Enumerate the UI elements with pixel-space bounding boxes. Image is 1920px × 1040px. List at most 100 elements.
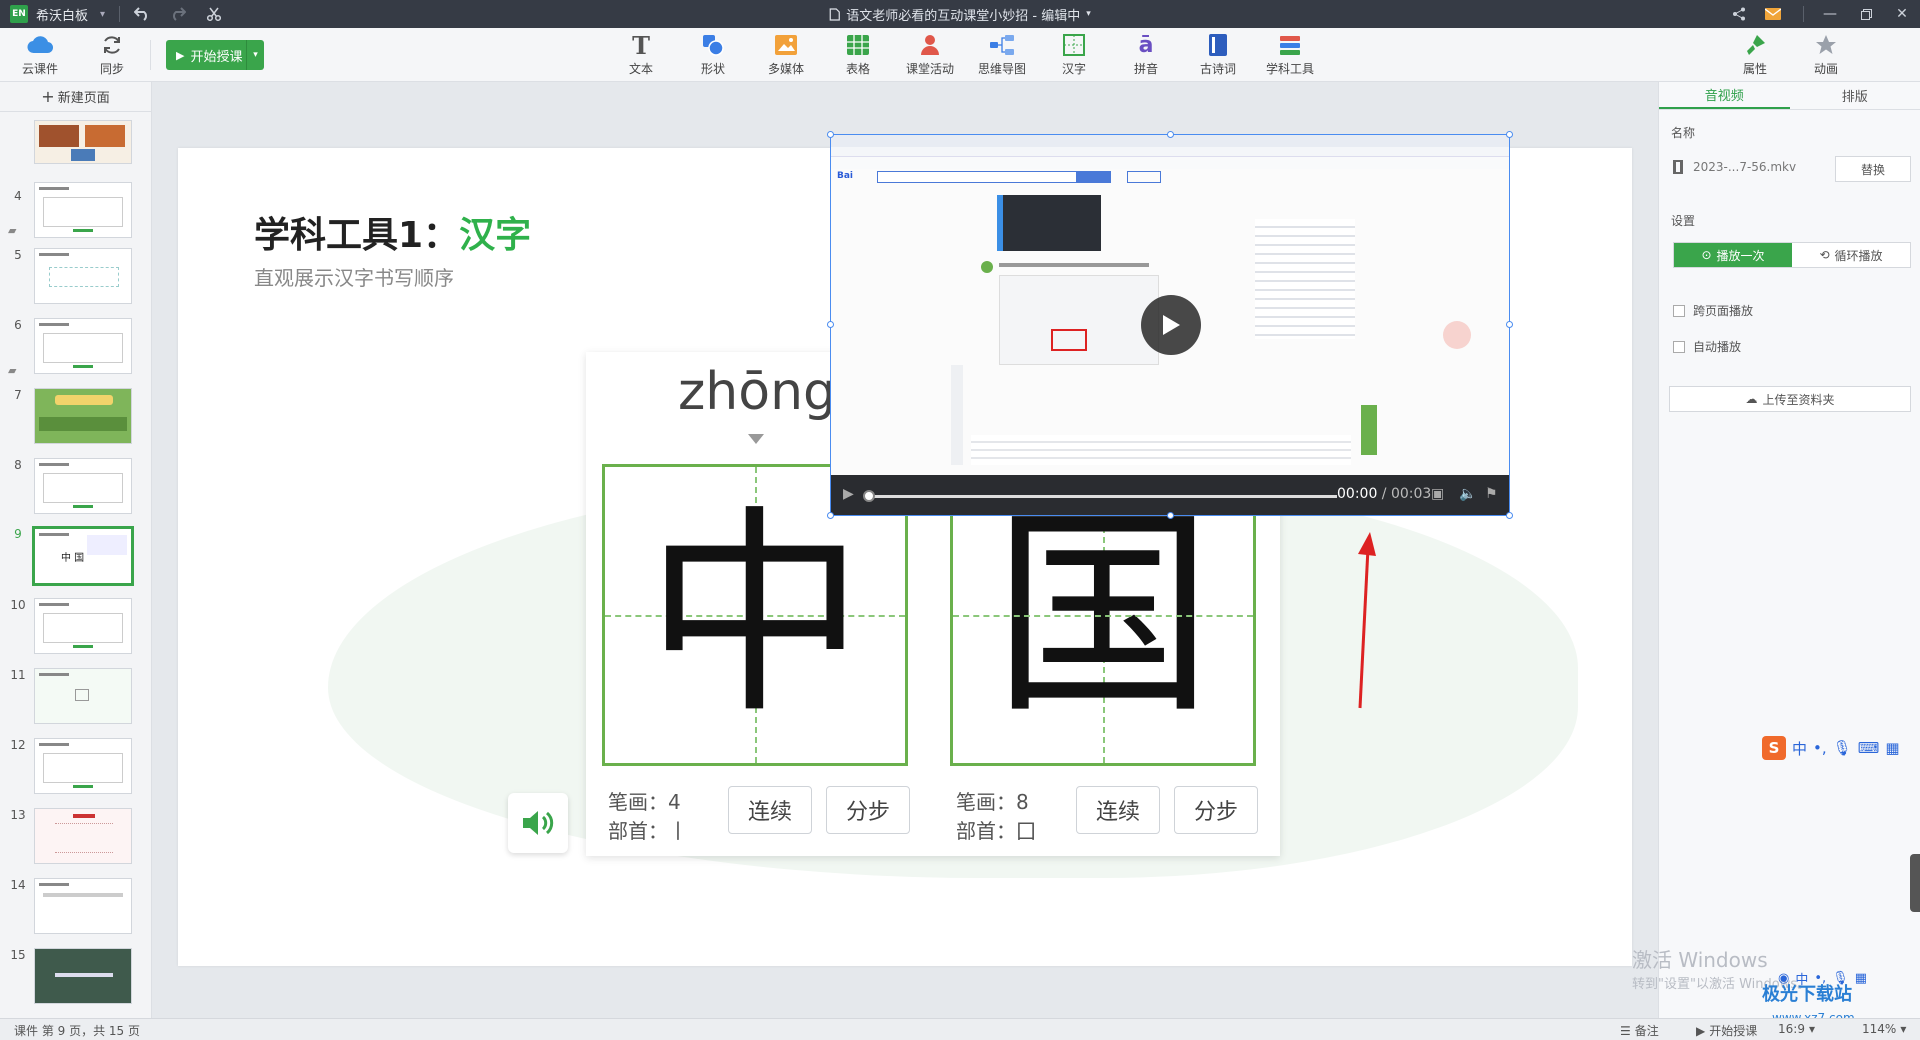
upload-button[interactable]: ☁ 上传至资料夹 xyxy=(1669,386,1911,412)
document-title[interactable]: 语文老师必看的互动课堂小妙招 - 编辑中 ▾ xyxy=(829,5,1091,24)
title-chevron-icon[interactable]: ▾ xyxy=(1086,9,1091,19)
tool-activity-label: 课堂活动 xyxy=(905,62,954,76)
slide-number: 13 xyxy=(10,808,26,822)
cloud-courseware-button[interactable]: 云课件 xyxy=(8,32,72,78)
slide-subtitle[interactable]: 直观展示汉字书写顺序 xyxy=(254,262,454,291)
video-progress-handle[interactable] xyxy=(863,490,875,502)
tool-pinyin[interactable]: ā 拼音 xyxy=(1114,32,1178,78)
text-icon: T xyxy=(632,30,650,60)
comment-icon[interactable]: ▰ xyxy=(8,364,26,377)
loop-option[interactable]: ⟲ 循环播放 xyxy=(1792,243,1910,267)
step-button-1[interactable]: 分步 xyxy=(826,786,910,834)
start-dropdown-chevron-icon[interactable]: ▾ xyxy=(246,40,264,70)
resize-handle[interactable] xyxy=(827,321,834,328)
slide-thumbnail-5[interactable] xyxy=(34,248,132,304)
tool-hanzi-label: 汉字 xyxy=(1061,62,1086,76)
sync-button[interactable]: 同步 xyxy=(80,32,144,78)
slide-thumbnail-10[interactable] xyxy=(34,598,132,654)
tool-poem[interactable]: 古诗词 xyxy=(1186,32,1250,78)
slide-thumbnail-8[interactable] xyxy=(34,458,132,514)
volume-icon[interactable]: 🔈 xyxy=(1459,486,1476,502)
tab-layout[interactable]: 排版 xyxy=(1790,82,1920,109)
video-player[interactable]: Bai ▶ 00:00 / 00:03 ▣ 🔈 ⚑ xyxy=(827,131,1513,519)
slide-thumbnail-3[interactable] xyxy=(34,120,132,164)
cross-page-label: 跨页面播放 xyxy=(1693,304,1754,318)
properties-button[interactable]: 属性 xyxy=(1723,32,1787,78)
slide-thumbnail-9-active[interactable]: 中 国 xyxy=(32,526,134,586)
cross-page-checkbox[interactable]: 跨页面播放 xyxy=(1673,302,1753,319)
tool-media[interactable]: 多媒体 xyxy=(754,32,818,78)
slide-thumbnail-6[interactable] xyxy=(34,318,132,374)
tab-audio-video[interactable]: 音视频 xyxy=(1659,82,1790,109)
aspect-ratio-select[interactable]: 16:9 ▾ xyxy=(1778,1022,1815,1036)
scissors-icon[interactable] xyxy=(202,2,226,26)
speaker-button[interactable] xyxy=(508,793,568,853)
slide-thumbnail-11[interactable] xyxy=(34,668,132,724)
grid-icon: ▦ xyxy=(1854,970,1867,986)
hanzi-icon xyxy=(1061,32,1087,58)
resize-handle[interactable] xyxy=(1167,131,1174,138)
tool-text[interactable]: T 文本 xyxy=(609,30,673,78)
slide-thumbnail-14[interactable] xyxy=(34,878,132,934)
play-once-option[interactable]: ⊙ 播放一次 xyxy=(1674,243,1792,267)
resize-handle[interactable] xyxy=(1506,512,1513,519)
tool-activity[interactable]: 课堂活动 xyxy=(898,32,962,78)
flag-icon[interactable]: ⚑ xyxy=(1485,486,1498,502)
screenshot-icon[interactable]: ▣ xyxy=(1431,486,1444,502)
table-icon xyxy=(845,32,871,58)
play-icon xyxy=(1163,315,1180,335)
divider xyxy=(119,6,121,22)
restore-icon[interactable] xyxy=(1848,0,1884,28)
replace-button[interactable]: 替换 xyxy=(1835,156,1911,182)
video-play-overlay-button[interactable] xyxy=(1141,295,1201,355)
undo-icon[interactable] xyxy=(130,2,154,26)
comment-icon[interactable]: ▰ xyxy=(8,224,26,237)
main-toolbar: 云课件 同步 ▶ 开始授课 ▾ T 文本 形状 多媒体 表格 课堂活动 思维导图… xyxy=(0,28,1920,82)
notes-button[interactable]: ☰ 备注 xyxy=(1620,1022,1659,1039)
autoplay-checkbox[interactable]: 自动播放 xyxy=(1673,338,1741,355)
slide-thumbnail-7[interactable] xyxy=(34,388,132,444)
media-icon xyxy=(773,32,799,58)
mail-icon[interactable] xyxy=(1761,2,1785,26)
app-menu-chevron-icon[interactable]: ▾ xyxy=(100,9,105,20)
continuous-button-2[interactable]: 连续 xyxy=(1076,786,1160,834)
tool-subject[interactable]: 学科工具 xyxy=(1258,32,1322,78)
animation-button[interactable]: 动画 xyxy=(1794,32,1858,78)
play-icon[interactable]: ▶ xyxy=(843,486,854,502)
resize-handle[interactable] xyxy=(1506,321,1513,328)
resize-handle[interactable] xyxy=(1167,512,1174,519)
app-name[interactable]: 希沃白板 xyxy=(36,5,88,24)
resize-handle[interactable] xyxy=(827,512,834,519)
start-class-button[interactable]: ▶ 开始授课 ▾ xyxy=(166,40,264,70)
resize-handle[interactable] xyxy=(1506,131,1513,138)
autoplay-label: 自动播放 xyxy=(1693,340,1742,354)
sync-icon xyxy=(99,32,125,58)
step-button-2[interactable]: 分步 xyxy=(1174,786,1258,834)
ime-language[interactable]: 中 xyxy=(1792,738,1807,759)
slide-thumbnail-12[interactable] xyxy=(34,738,132,794)
loop-icon: ⟲ xyxy=(1819,248,1830,262)
ime-toolbar[interactable]: S 中 •, 🎙 ⌨ ▦ xyxy=(1762,734,1900,762)
share-icon[interactable] xyxy=(1727,2,1751,26)
close-icon[interactable]: ✕ xyxy=(1884,0,1920,28)
new-page-button[interactable]: + 新建页面 xyxy=(0,82,151,112)
status-bar: 课件 第 9 页，共 15 页 ☰ 备注 ▶ 开始授课 16:9 ▾ 114% ▾ xyxy=(0,1018,1920,1040)
tool-mindmap[interactable]: 思维导图 xyxy=(970,32,1034,78)
side-drawer-handle[interactable] xyxy=(1910,854,1920,912)
video-progress-track[interactable] xyxy=(867,495,1337,498)
slide-thumbnail-13[interactable] xyxy=(34,808,132,864)
play-circle-icon: ⊙ xyxy=(1701,248,1712,262)
slide-thumbnail-4[interactable] xyxy=(34,182,132,238)
continuous-button-1[interactable]: 连续 xyxy=(728,786,812,834)
redo-icon[interactable] xyxy=(166,2,190,26)
slide-title[interactable]: 学科工具1：汉字 xyxy=(254,206,531,258)
resize-handle[interactable] xyxy=(827,131,834,138)
tool-shape[interactable]: 形状 xyxy=(681,32,745,78)
sogou-logo-icon: S xyxy=(1762,736,1786,760)
zoom-select[interactable]: 114% ▾ xyxy=(1862,1022,1906,1036)
tool-hanzi[interactable]: 汉字 xyxy=(1042,32,1106,78)
minimize-icon[interactable]: — xyxy=(1812,0,1848,28)
status-start-button[interactable]: ▶ 开始授课 xyxy=(1696,1022,1757,1039)
tool-table[interactable]: 表格 xyxy=(826,32,890,78)
slide-thumbnail-15[interactable] xyxy=(34,948,132,1004)
